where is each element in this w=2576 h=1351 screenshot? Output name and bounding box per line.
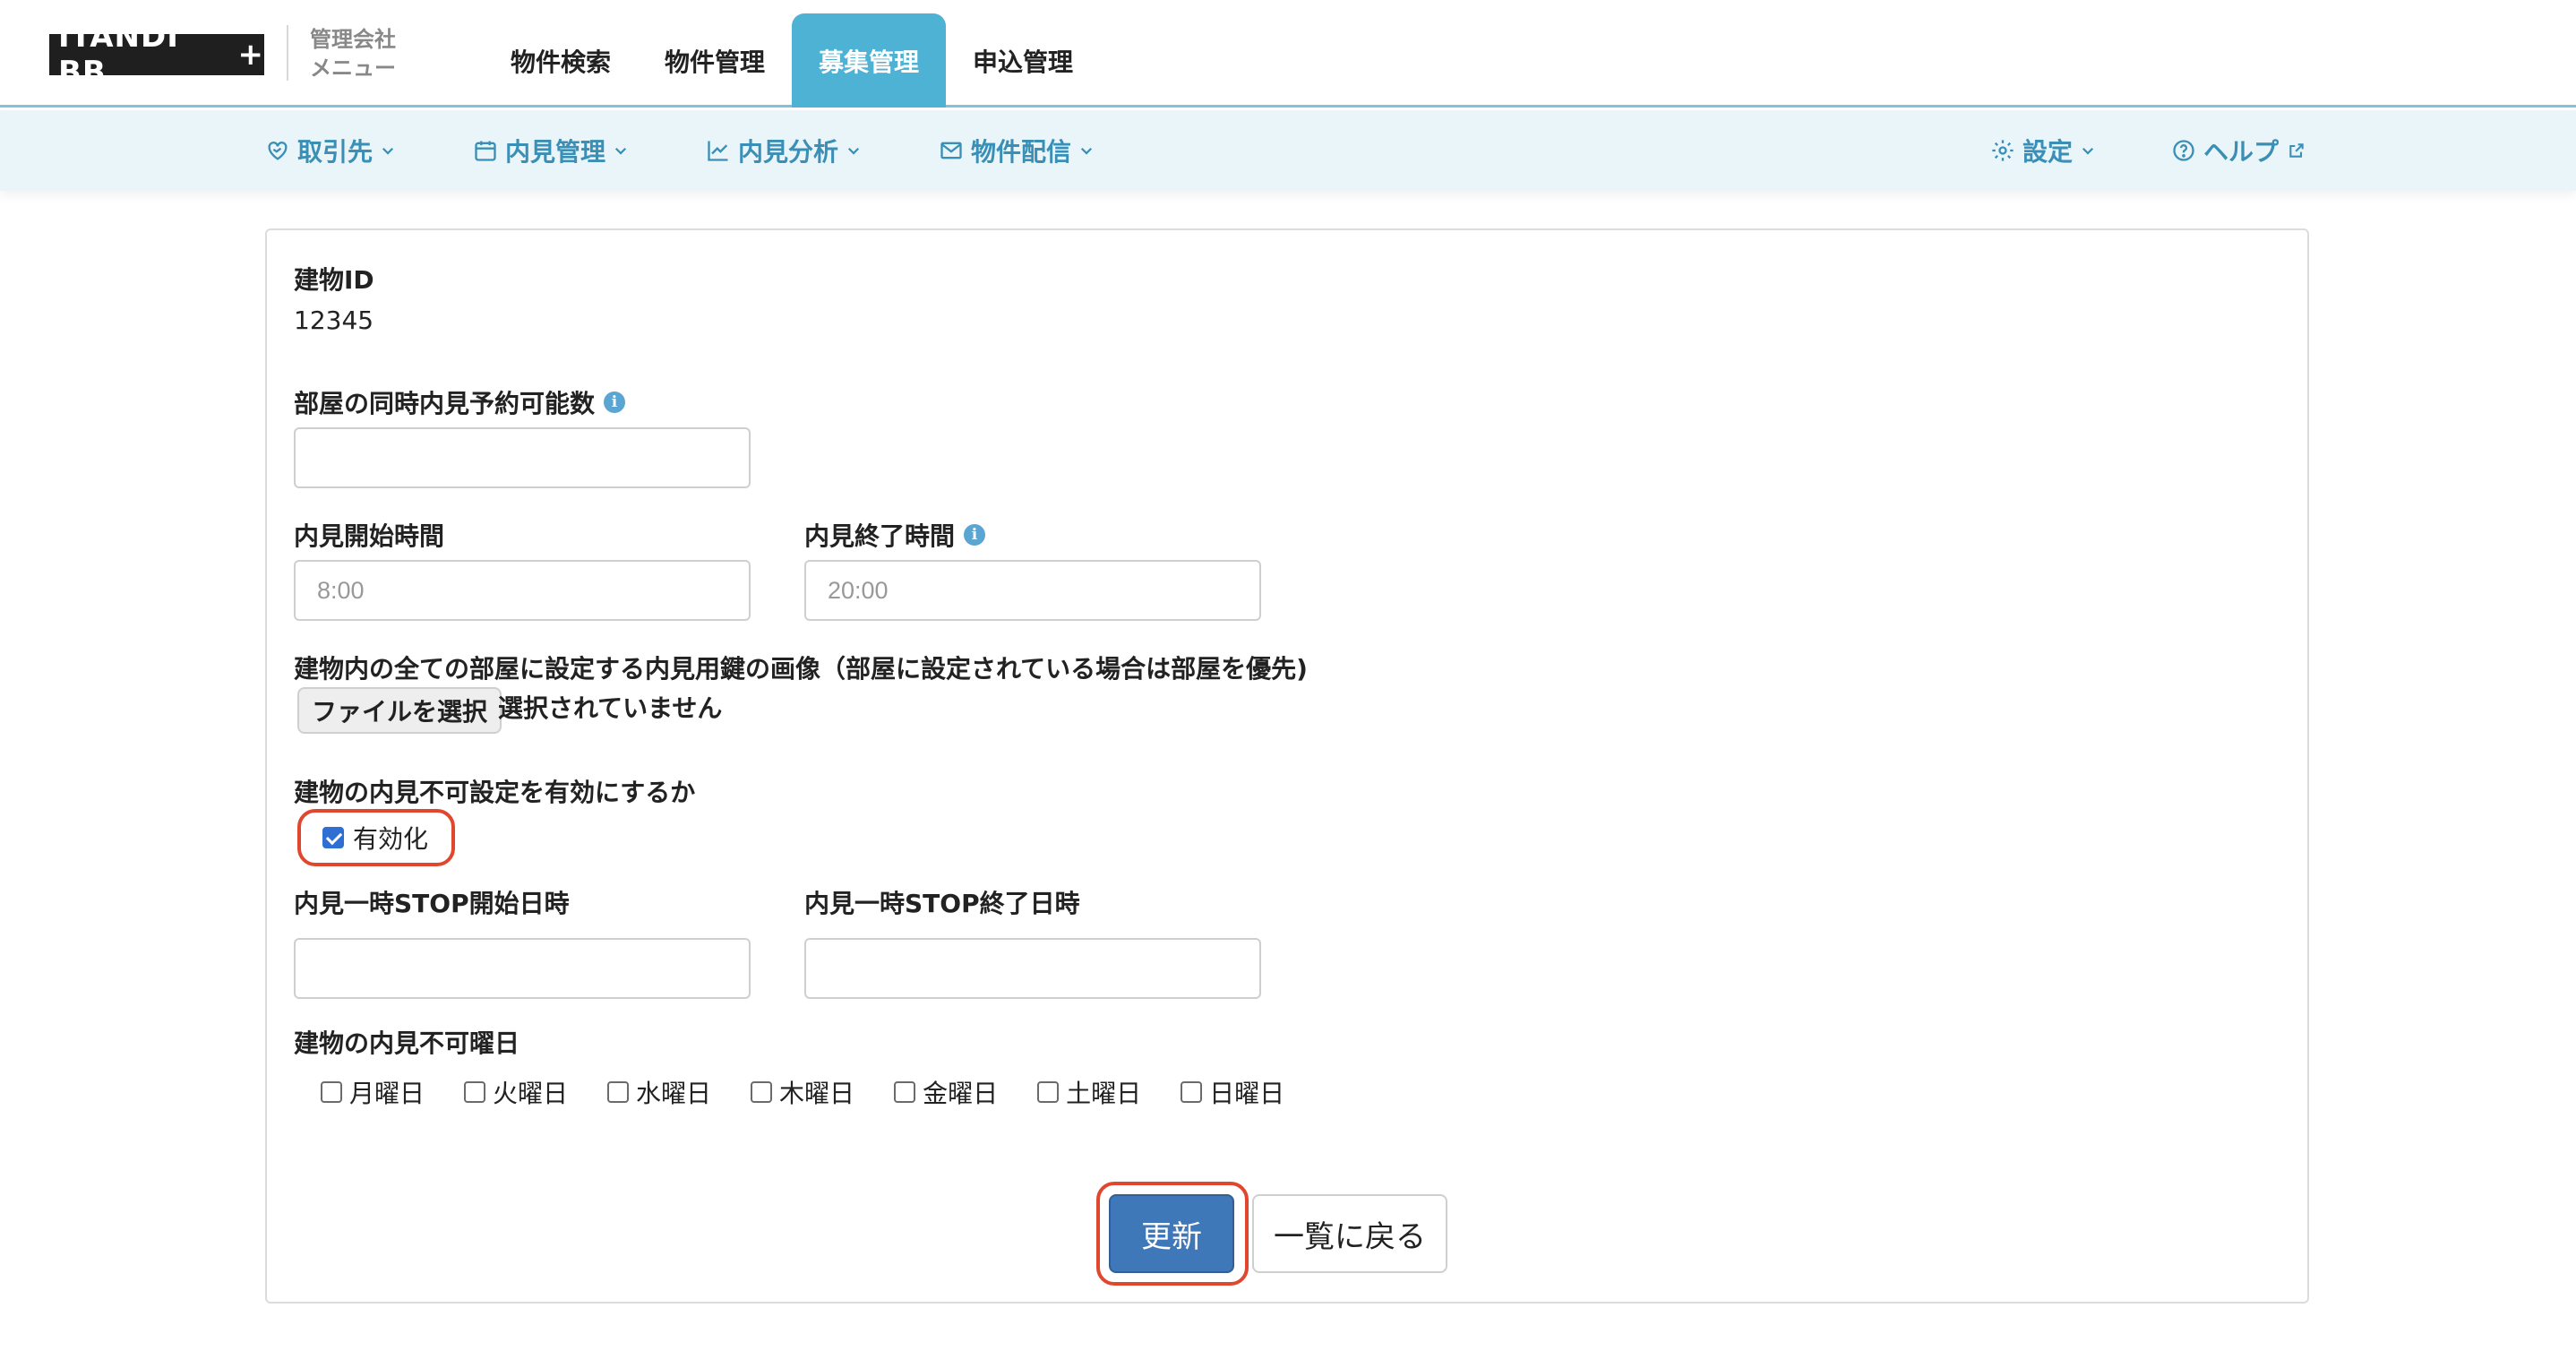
weekday-checkbox[interactable] — [464, 1081, 486, 1103]
chevron-down-icon — [1080, 147, 1093, 155]
disable-setting-label: 建物の内見不可設定を有効にするか — [294, 778, 696, 807]
subnav-label-settings: 設定 — [2022, 137, 2074, 167]
building-id-label: 建物ID — [294, 265, 374, 295]
tab-application-management[interactable]: 申込管理 — [946, 13, 1100, 108]
weekday-sunday[interactable]: 日曜日 — [1181, 1074, 1284, 1110]
subnav-item-settings[interactable]: 設定 — [1990, 110, 2096, 191]
concurrent-viewings-label-text: 部屋の同時内見予約可能数 — [294, 389, 596, 418]
viewing-end-time-label: 内見終了時間 i — [804, 517, 986, 553]
weekday-label: 火曜日 — [493, 1079, 569, 1108]
weekday-checkbox-group: 月曜日 火曜日 水曜日 木曜日 金曜日 土曜日 日曜日 — [321, 1074, 1324, 1110]
key-image-label: 建物内の全ての部屋に設定する内見用鍵の画像（部屋に設定されている場合は部屋を優先… — [294, 654, 1308, 684]
chevron-down-icon — [2082, 147, 2094, 155]
weekday-thursday[interactable]: 木曜日 — [751, 1074, 854, 1110]
building-id-value: 12345 — [294, 305, 374, 335]
subnav-item-partners[interactable]: 取引先 — [265, 110, 396, 191]
tab-property-search[interactable]: 物件検索 — [484, 13, 638, 108]
weekday-checkbox[interactable] — [321, 1081, 342, 1103]
header-divider — [287, 25, 288, 81]
mgmt-menu-line1: 管理会社 — [310, 27, 396, 52]
weekday-tuesday[interactable]: 火曜日 — [464, 1074, 568, 1110]
stop-end-label: 内見一時STOP終了日時 — [804, 889, 1080, 918]
viewing-end-time-input[interactable] — [804, 560, 1261, 621]
weekday-label: 木曜日 — [779, 1079, 855, 1108]
tab-property-management[interactable]: 物件管理 — [638, 13, 792, 108]
concurrent-viewings-label: 部屋の同時内見予約可能数 i — [294, 384, 626, 420]
subnav-item-property-distribution[interactable]: 物件配信 — [939, 110, 1095, 191]
line-chart-icon — [708, 141, 728, 161]
file-status-text: 選択されていません — [498, 693, 723, 723]
viewing-start-time-label: 内見開始時間 — [294, 521, 445, 551]
info-icon[interactable]: i — [604, 392, 626, 413]
subnav-label-viewing-analysis: 内見分析 — [738, 137, 839, 167]
weekday-checkbox[interactable] — [894, 1081, 916, 1103]
weekday-label: 土曜日 — [1066, 1079, 1142, 1108]
viewing-end-time-label-text: 内見終了時間 — [804, 521, 956, 551]
weekday-monday[interactable]: 月曜日 — [321, 1074, 425, 1110]
subnav-label-property-distribution: 物件配信 — [971, 137, 1072, 167]
enable-checkbox-highlight[interactable]: 有効化 — [297, 809, 455, 866]
subnav-item-help[interactable]: ヘルプ — [2171, 110, 2306, 191]
viewing-start-time-input[interactable] — [294, 560, 751, 621]
main-tabs: 物件検索 物件管理 募集管理 申込管理 — [484, 13, 1100, 108]
weekday-checkbox[interactable] — [751, 1081, 773, 1103]
weekday-saturday[interactable]: 土曜日 — [1037, 1074, 1141, 1110]
handshake-heart-icon — [268, 142, 288, 160]
logo-plus-icon: + — [237, 37, 264, 73]
weekday-label: 水曜日 — [636, 1079, 712, 1108]
weekday-friday[interactable]: 金曜日 — [894, 1074, 998, 1110]
tab-recruitment-management[interactable]: 募集管理 — [792, 13, 947, 108]
choose-file-button[interactable]: ファイルを選択 — [297, 687, 502, 734]
building-edit-form: 建物ID 12345 部屋の同時内見予約可能数 i 内見開始時間 内見終了時間 … — [265, 228, 2309, 1304]
stop-start-label: 内見一時STOP開始日時 — [294, 889, 570, 918]
stop-start-datetime-input[interactable] — [294, 938, 751, 999]
subnav-item-viewing-analysis[interactable]: 内見分析 — [706, 110, 862, 191]
subnav-label-partners: 取引先 — [297, 137, 374, 167]
calendar-icon — [475, 141, 496, 161]
subnav-item-viewing-management[interactable]: 内見管理 — [473, 110, 629, 191]
itandi-bb-logo[interactable]: ITANDI BB + — [49, 19, 264, 90]
info-icon[interactable]: i — [964, 524, 986, 546]
weekday-checkbox[interactable] — [1037, 1081, 1060, 1103]
gear-icon — [1992, 140, 2014, 161]
subnav-label-viewing-management: 内見管理 — [505, 137, 606, 167]
mail-icon — [940, 142, 962, 159]
weekday-checkbox[interactable] — [1181, 1081, 1203, 1103]
concurrent-viewings-input[interactable] — [294, 427, 751, 488]
weekday-wednesday[interactable]: 水曜日 — [607, 1074, 711, 1110]
chevron-down-icon — [614, 147, 627, 155]
back-to-list-button[interactable]: 一覧に戻る — [1252, 1194, 1447, 1273]
weekday-checkbox[interactable] — [607, 1081, 630, 1103]
mgmt-menu-line2: メニュー — [310, 56, 396, 81]
sub-navigation: 取引先 内見管理 内見分析 物件配信 設定 ヘルプ — [0, 110, 2576, 191]
external-link-icon — [2289, 143, 2304, 158]
weekday-label: 月曜日 — [349, 1079, 425, 1108]
unavailable-weekdays-label: 建物の内見不可曜日 — [294, 1028, 520, 1058]
logo-text: ITANDI BB — [58, 19, 179, 90]
subnav-label-help: ヘルプ — [2203, 137, 2280, 167]
enable-checkbox-label: 有効化 — [353, 824, 429, 854]
chevron-down-icon — [847, 147, 860, 155]
weekday-label: 金曜日 — [923, 1079, 999, 1108]
top-header: ITANDI BB + 管理会社 メニュー 物件検索 物件管理 募集管理 申込管… — [0, 0, 2576, 108]
stop-end-datetime-input[interactable] — [804, 938, 1261, 999]
chevron-down-icon — [382, 147, 394, 155]
update-button[interactable]: 更新 — [1109, 1194, 1234, 1273]
question-circle-icon — [2173, 140, 2194, 161]
enable-checkbox[interactable] — [322, 827, 344, 848]
management-menu-label[interactable]: 管理会社 メニュー — [310, 25, 417, 82]
weekday-label: 日曜日 — [1209, 1079, 1285, 1108]
